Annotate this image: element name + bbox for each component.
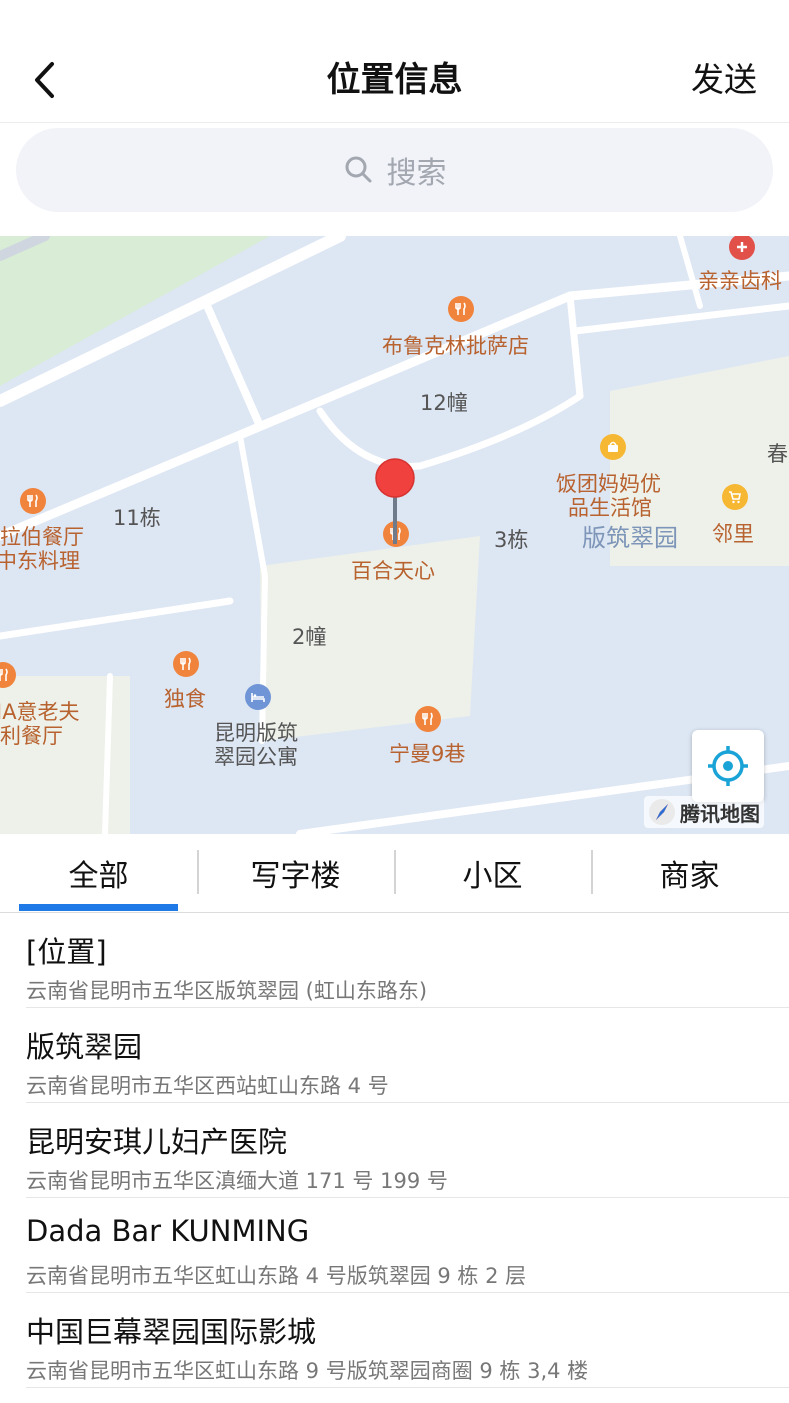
map-label-ital-2[interactable]: 利餐厅 bbox=[0, 724, 63, 748]
list-item[interactable]: 昆明安琪儿妇产医院 云南省昆明市五华区滇缅大道 171 号 199 号 bbox=[0, 1103, 789, 1198]
map-label-banzhu: 版筑翠园 bbox=[582, 524, 678, 552]
category-tabs: 全部 写字楼 小区 商家 bbox=[0, 834, 789, 913]
map-label-ningman[interactable]: 宁曼9巷 bbox=[389, 742, 465, 766]
list-item[interactable]: [位置] 云南省昆明市五华区版筑翠园 (虹山东路东) bbox=[0, 913, 789, 1008]
tab-all[interactable]: 全部 bbox=[0, 834, 197, 912]
map-label-building-12: 12幢 bbox=[420, 391, 468, 415]
cart-icon[interactable] bbox=[722, 484, 748, 510]
list-item-address: 云南省昆明市五华区虹山东路 4 号版筑翠园 9 栋 2 层 bbox=[26, 1264, 527, 1288]
list-item[interactable]: 中国巨幕翠园国际影城 云南省昆明市五华区虹山东路 9 号版筑翠园商圈 9 栋 3… bbox=[0, 1293, 789, 1388]
my-location-button[interactable] bbox=[692, 730, 764, 802]
map-label-building-3: 3栋 bbox=[494, 528, 529, 552]
restaurant-icon[interactable] bbox=[20, 488, 46, 514]
map-brand: 腾讯地图 bbox=[644, 796, 764, 828]
list-item-address: 云南省昆明市五华区虹山东路 9 号版筑翠园商圈 9 栋 3,4 楼 bbox=[26, 1359, 589, 1383]
map-label-linli[interactable]: 邻里 bbox=[712, 522, 754, 546]
list-item-name: Dada Bar KUNMING bbox=[26, 1214, 310, 1248]
list-item-address: 云南省昆明市五华区滇缅大道 171 号 199 号 bbox=[26, 1169, 448, 1193]
map-label-arab-2[interactable]: 中东料理 bbox=[0, 549, 80, 573]
tab-office[interactable]: 写字楼 bbox=[197, 834, 394, 912]
map-label-fantuan[interactable]: 饭团妈妈优 bbox=[556, 472, 661, 496]
map-label-ital-1[interactable]: IA意老夫 bbox=[0, 700, 80, 724]
tencent-map-logo-icon bbox=[649, 799, 675, 825]
list-item[interactable]: 版筑翠园 云南省昆明市五华区西站虹山东路 4 号 bbox=[0, 1008, 789, 1103]
map-label-chun: 春 bbox=[767, 442, 788, 466]
restaurant-icon[interactable] bbox=[415, 706, 441, 732]
active-tab-indicator bbox=[19, 904, 178, 911]
map-label-pizza[interactable]: 布鲁克林批萨店 bbox=[382, 334, 529, 358]
shopping-bag-icon[interactable] bbox=[600, 434, 626, 460]
list-item[interactable]: Dada Bar KUNMING 云南省昆明市五华区虹山东路 4 号版筑翠园 9… bbox=[0, 1198, 789, 1293]
list-item-name: 中国巨幕翠园国际影城 bbox=[26, 1315, 317, 1349]
restaurant-icon[interactable] bbox=[173, 651, 199, 677]
map-label-dushi[interactable]: 独食 bbox=[164, 687, 206, 711]
map-label-arab-1[interactable]: 拉伯餐厅 bbox=[0, 525, 84, 549]
map-label-baihe[interactable]: 百合天心 bbox=[351, 559, 435, 583]
map-label-building-2: 2幢 bbox=[292, 625, 327, 649]
hotel-icon[interactable] bbox=[245, 684, 271, 710]
list-item-name: 版筑翠园 bbox=[26, 1030, 143, 1064]
send-button[interactable]: 发送 bbox=[691, 58, 757, 102]
map-label-apt-2[interactable]: 翠园公寓 bbox=[214, 745, 298, 769]
page-title: 位置信息 bbox=[326, 60, 463, 100]
map-label-fantuan-2[interactable]: 品生活馆 bbox=[568, 496, 652, 520]
map-brand-label: 腾讯地图 bbox=[680, 801, 760, 826]
map-label-dental[interactable]: 亲亲齿科 bbox=[698, 269, 782, 293]
map-label-apt-1[interactable]: 昆明版筑 bbox=[214, 721, 298, 745]
nav-header: 位置信息 发送 bbox=[0, 0, 789, 123]
list-item-name: 昆明安琪儿妇产医院 bbox=[26, 1125, 288, 1159]
restaurant-icon[interactable] bbox=[448, 296, 474, 322]
list-item-address: 云南省昆明市五华区西站虹山东路 4 号 bbox=[26, 1074, 389, 1098]
tab-residential[interactable]: 小区 bbox=[394, 834, 591, 912]
search-icon bbox=[345, 156, 371, 183]
location-pin-icon bbox=[375, 458, 415, 544]
crosshair-icon bbox=[708, 746, 748, 786]
search-placeholder: 搜索 bbox=[386, 156, 447, 191]
search-input[interactable]: 搜索 bbox=[16, 128, 773, 212]
tab-merchant[interactable]: 商家 bbox=[591, 834, 788, 912]
list-item-name: [位置] bbox=[26, 935, 107, 969]
divider bbox=[26, 1387, 789, 1388]
list-item-address: 云南省昆明市五华区版筑翠园 (虹山东路东) bbox=[26, 979, 428, 1003]
map-label-building-11: 11栋 bbox=[113, 506, 161, 530]
map-view[interactable]: 布鲁克林批萨店 12幢 饭团妈妈优 品生活馆 版筑翠园 邻里 春 亲亲齿科 11… bbox=[0, 236, 789, 834]
location-results-list: [位置] 云南省昆明市五华区版筑翠园 (虹山东路东) 版筑翠园 云南省昆明市五华… bbox=[0, 913, 789, 1388]
